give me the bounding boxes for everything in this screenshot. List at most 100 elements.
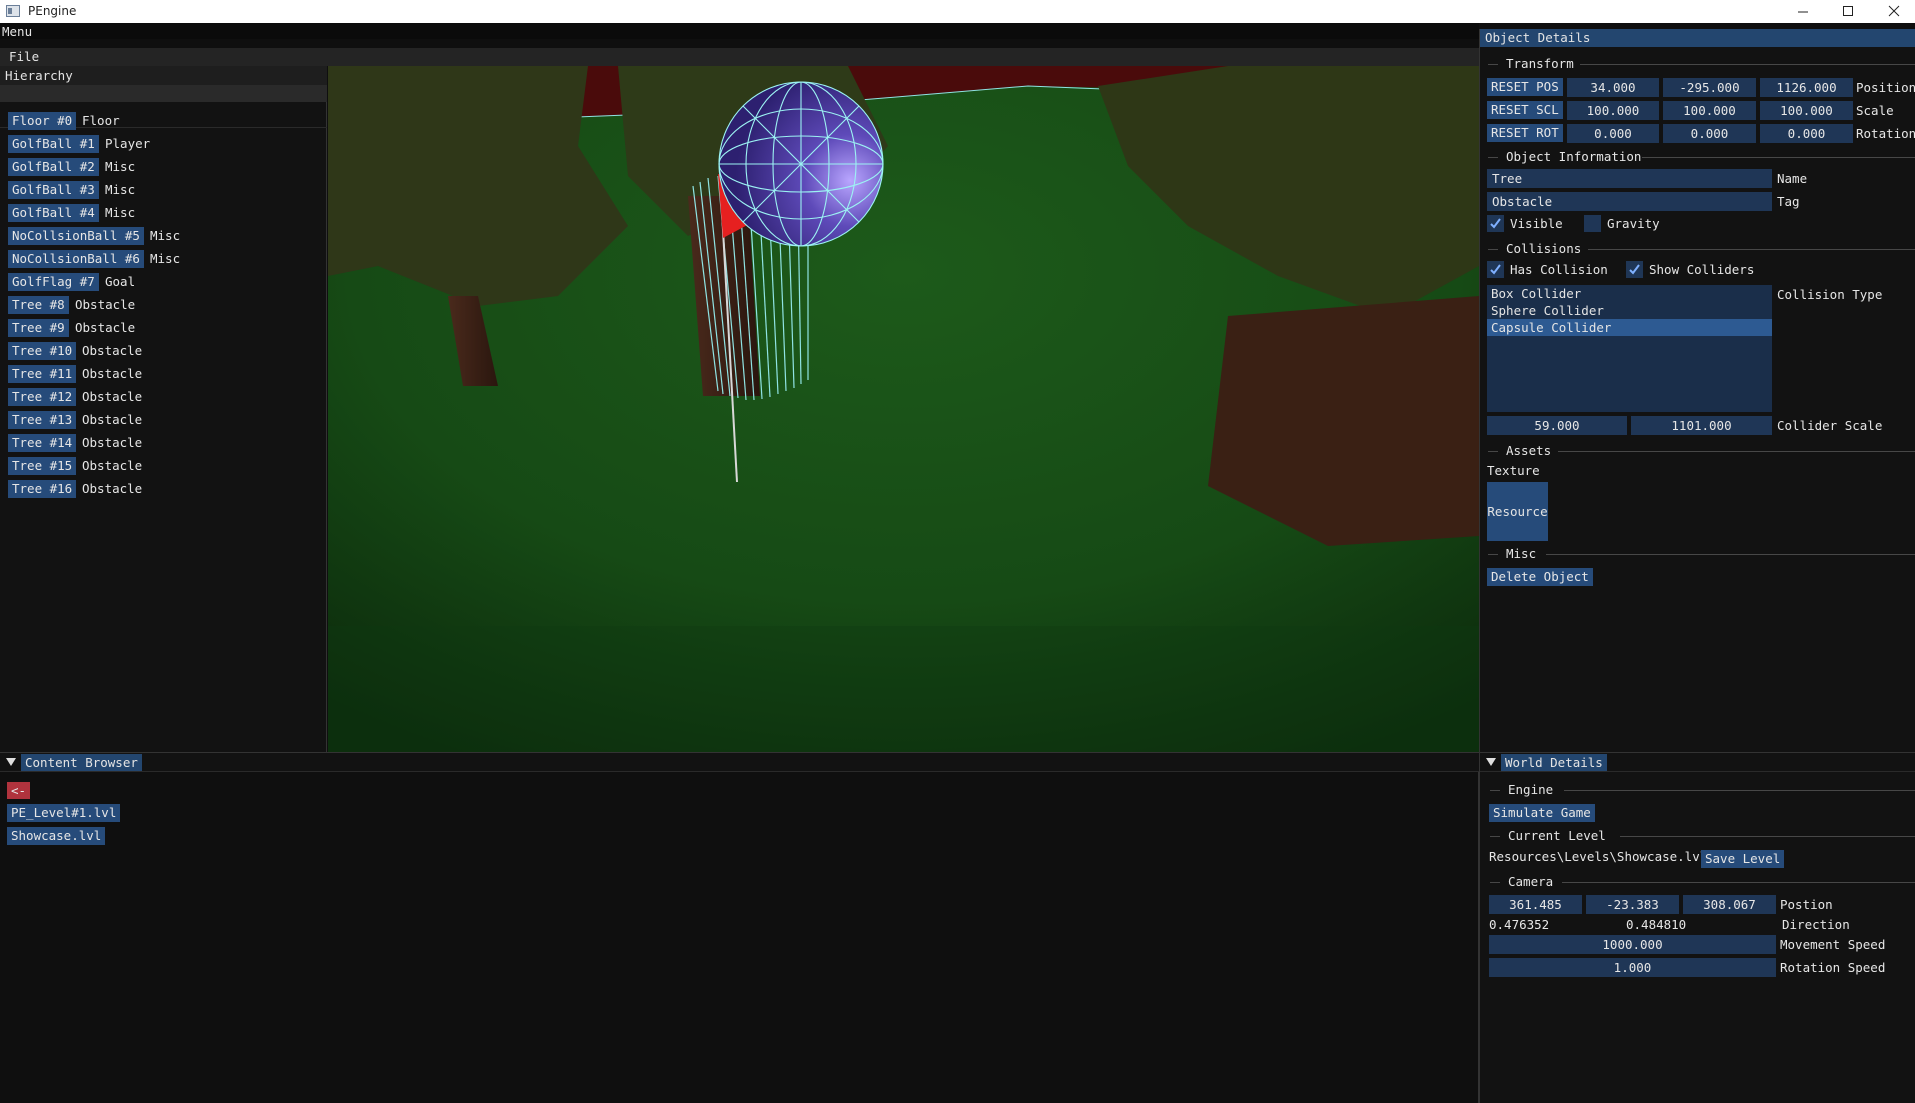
- hierarchy-object-button[interactable]: GolfFlag #7: [8, 273, 99, 291]
- file-menu-bar: File: [0, 48, 1479, 66]
- hierarchy-object-button[interactable]: Tree #8: [8, 296, 69, 314]
- visible-label: Visible: [1510, 216, 1563, 231]
- gravity-checkbox[interactable]: [1584, 215, 1601, 232]
- hierarchy-object-button[interactable]: Tree #11: [8, 365, 77, 383]
- hierarchy-row: Tree #16 Obstacle: [0, 480, 327, 499]
- position-y-input[interactable]: -295.000: [1663, 78, 1756, 97]
- rotation-speed-input[interactable]: 1.000: [1489, 958, 1776, 977]
- hierarchy-object-button[interactable]: GolfBall #4: [8, 204, 99, 222]
- collider-scale-y-input[interactable]: 1101.000: [1631, 416, 1772, 435]
- checkmark-icon: [1490, 218, 1501, 229]
- movement-speed-label: Movement Speed: [1780, 937, 1886, 952]
- content-browser-panel: Content Browser <- PE_Level#1.lvl Showca…: [0, 752, 1479, 1103]
- hierarchy-object-button[interactable]: GolfBall #1: [8, 135, 99, 153]
- hierarchy-object-button[interactable]: Tree #14: [8, 434, 77, 452]
- rotation-speed-label: Rotation Speed: [1780, 960, 1886, 975]
- hierarchy-object-button[interactable]: GolfBall #2: [8, 158, 99, 176]
- hierarchy-panel: Hierarchy Floor #0 Floor GolfBall #1 Player…: [0, 66, 327, 752]
- world-details-header: World Details: [1480, 753, 1915, 772]
- camera-header: Camera: [1508, 874, 1554, 889]
- tag-label: Tag: [1777, 194, 1800, 209]
- collider-option-sphere[interactable]: Sphere Collider: [1487, 302, 1772, 319]
- hierarchy-object-button[interactable]: Tree #15: [8, 457, 77, 475]
- hierarchy-row: Tree #15 Obstacle: [0, 457, 327, 476]
- has-collision-checkbox[interactable]: [1487, 261, 1504, 278]
- reset-scl-button[interactable]: RESET SCL: [1487, 101, 1563, 119]
- hierarchy-object-button[interactable]: Floor #0: [8, 112, 77, 130]
- reset-pos-button[interactable]: RESET POS: [1487, 78, 1563, 96]
- minimize-icon[interactable]: [1796, 6, 1810, 18]
- reset-rot-button[interactable]: RESET ROT: [1487, 124, 1563, 142]
- collision-type-list[interactable]: Box Collider Sphere Collider Capsule Col…: [1487, 285, 1772, 412]
- scale-label: Scale: [1856, 103, 1894, 118]
- hierarchy-row: GolfFlag #7 Goal: [0, 273, 327, 292]
- save-level-button[interactable]: Save Level: [1701, 850, 1785, 868]
- hierarchy-row: GolfBall #3 Misc: [0, 181, 327, 200]
- hierarchy-object-tag: Player: [105, 136, 151, 151]
- hierarchy-row: GolfBall #4 Misc: [0, 204, 327, 223]
- collapse-arrow-icon[interactable]: [1486, 758, 1496, 767]
- object-details-header: Object Details: [1480, 29, 1915, 47]
- hierarchy-row: GolfBall #1 Player: [0, 135, 327, 154]
- has-collision-label: Has Collision: [1510, 262, 1608, 277]
- scale-y-input[interactable]: 100.000: [1663, 101, 1756, 120]
- delete-object-button[interactable]: Delete Object: [1487, 568, 1593, 586]
- maximize-icon[interactable]: [1841, 5, 1855, 17]
- hierarchy-object-tag: Obstacle: [75, 320, 136, 335]
- rotation-z-input[interactable]: 0.000: [1760, 124, 1853, 143]
- current-level-header: Current Level: [1508, 828, 1606, 843]
- hierarchy-row: NoCollsionBall #6 Misc: [0, 250, 327, 269]
- menu-item-menu[interactable]: Menu: [2, 24, 32, 39]
- hierarchy-object-tag: Misc: [105, 159, 136, 174]
- world-details-tab[interactable]: World Details: [1501, 754, 1607, 771]
- app-icon: [6, 5, 20, 17]
- camera-direction-label: Direction: [1782, 917, 1850, 932]
- movement-speed-input[interactable]: 1000.000: [1489, 935, 1776, 954]
- collider-option-capsule[interactable]: Capsule Collider: [1487, 319, 1772, 336]
- hierarchy-object-button[interactable]: GolfBall #3: [8, 181, 99, 199]
- hierarchy-object-button[interactable]: NoCollsionBall #5: [8, 227, 144, 245]
- hierarchy-object-button[interactable]: Tree #12: [8, 388, 77, 406]
- visible-checkbox[interactable]: [1487, 215, 1504, 232]
- file-item-showcase[interactable]: Showcase.lvl: [7, 827, 106, 845]
- close-icon[interactable]: [1887, 5, 1901, 17]
- resource-button[interactable]: Resource: [1487, 482, 1548, 541]
- collapse-arrow-icon[interactable]: [6, 758, 16, 767]
- position-x-input[interactable]: 34.000: [1567, 78, 1659, 97]
- object-details-title: Object Details: [1485, 30, 1591, 45]
- hierarchy-header: Hierarchy: [0, 66, 327, 85]
- scene-viewport[interactable]: [328, 66, 1479, 752]
- rotation-label: Rotation: [1856, 126, 1915, 141]
- hierarchy-object-button[interactable]: Tree #10: [8, 342, 77, 360]
- camera-position-z-input[interactable]: 308.067: [1683, 895, 1776, 914]
- back-button[interactable]: <-: [7, 782, 31, 799]
- menu-item-file[interactable]: File: [9, 49, 39, 64]
- hierarchy-object-button[interactable]: Tree #9: [8, 319, 69, 337]
- position-z-input[interactable]: 1126.000: [1760, 78, 1853, 97]
- hierarchy-object-button[interactable]: Tree #16: [8, 480, 77, 498]
- content-browser-tab[interactable]: Content Browser: [21, 754, 142, 771]
- scale-x-input[interactable]: 100.000: [1567, 101, 1659, 120]
- gravity-label: Gravity: [1607, 216, 1660, 231]
- tag-input[interactable]: Obstacle: [1487, 192, 1772, 211]
- simulate-game-button[interactable]: Simulate Game: [1489, 804, 1595, 822]
- collisions-header: Collisions: [1506, 241, 1582, 256]
- position-label: Position: [1856, 80, 1915, 95]
- rotation-x-input[interactable]: 0.000: [1567, 124, 1659, 143]
- collider-option-box[interactable]: Box Collider: [1487, 285, 1772, 302]
- collider-scale-x-input[interactable]: 59.000: [1487, 416, 1627, 435]
- hierarchy-search-bar[interactable]: [0, 85, 327, 102]
- file-item-level1[interactable]: PE_Level#1.lvl: [7, 804, 121, 822]
- show-colliders-checkbox[interactable]: [1626, 261, 1643, 278]
- name-input[interactable]: Tree: [1487, 169, 1772, 188]
- hierarchy-object-tag: Obstacle: [82, 435, 143, 450]
- camera-position-y-input[interactable]: -23.383: [1586, 895, 1679, 914]
- content-browser-header: Content Browser: [0, 753, 1479, 772]
- scale-z-input[interactable]: 100.000: [1760, 101, 1853, 120]
- hierarchy-object-tag: Misc: [150, 251, 181, 266]
- camera-position-x-input[interactable]: 361.485: [1489, 895, 1582, 914]
- camera-position-label: Postion: [1780, 897, 1833, 912]
- rotation-y-input[interactable]: 0.000: [1663, 124, 1756, 143]
- hierarchy-object-button[interactable]: Tree #13: [8, 411, 77, 429]
- hierarchy-object-button[interactable]: NoCollsionBall #6: [8, 250, 144, 268]
